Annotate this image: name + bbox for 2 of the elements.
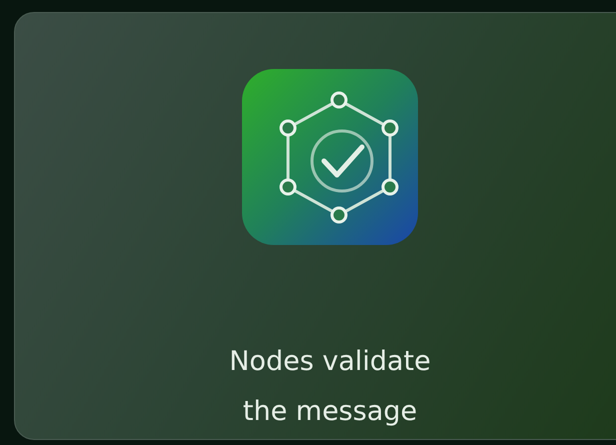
hexagon-check-icon [242,69,418,245]
caption-text: Nodes validate the message [228,345,432,429]
